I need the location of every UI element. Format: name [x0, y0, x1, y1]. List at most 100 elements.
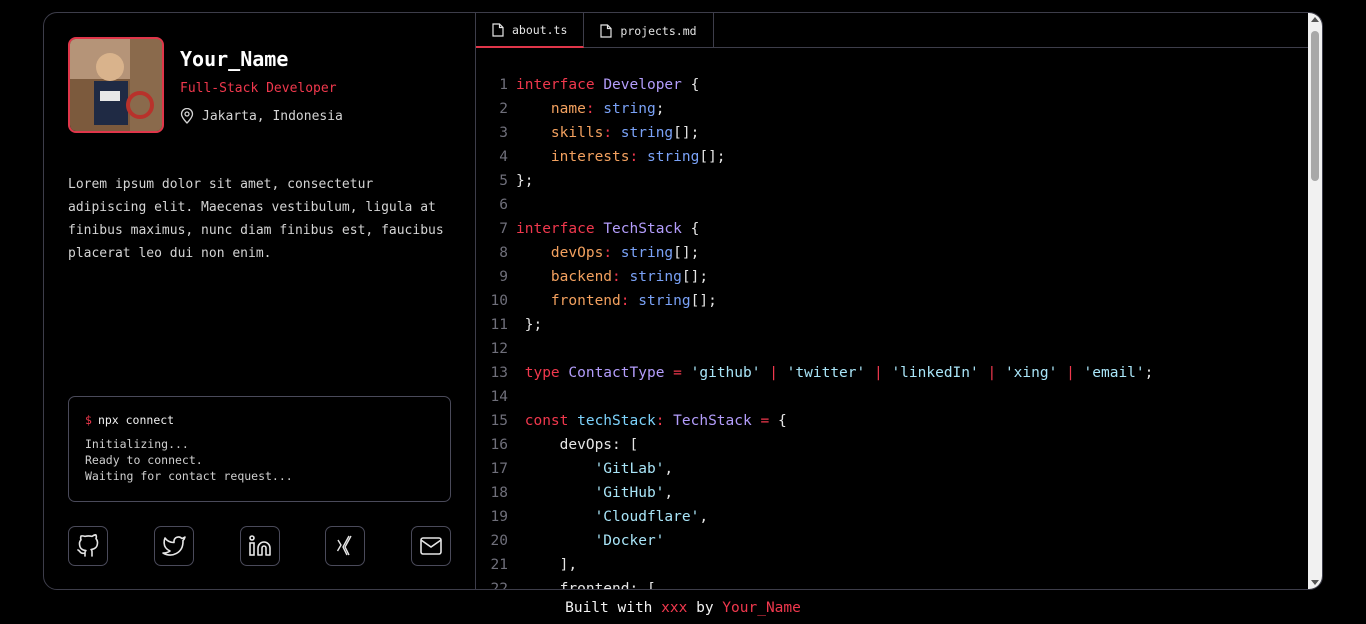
code-token: }; — [516, 173, 534, 189]
code-line: 7 interface TechStack { — [476, 217, 1308, 241]
code-line: 21 ], — [476, 553, 1308, 577]
scroll-up-arrow-icon[interactable] — [1311, 17, 1319, 22]
code-text: }; — [516, 313, 542, 337]
code-token: techStack — [577, 413, 656, 429]
terminal-command: npx connect — [97, 413, 175, 427]
email-link[interactable] — [411, 526, 451, 566]
scrollbar-thumb[interactable] — [1311, 31, 1319, 181]
code-token: 'twitter' — [786, 365, 874, 381]
code-text: }; — [516, 169, 533, 193]
code-text: skills: string[]; — [516, 121, 699, 145]
github-icon — [77, 534, 99, 557]
profile-bio: Lorem ipsum dolor sit amet, consectetur … — [68, 177, 444, 261]
code-token: : — [585, 101, 595, 117]
footer: Built with xxx by Your_Name — [0, 600, 1366, 616]
code-token: string — [612, 125, 674, 141]
profile-location: Jakarta, Indonesia — [180, 108, 343, 124]
code-text: interests: string[]; — [516, 145, 726, 169]
code-token: interface — [516, 221, 604, 237]
line-number: 9 — [499, 269, 508, 285]
editor-panel: about.ts projects.md 1 interface Develope… — [476, 13, 1322, 589]
avatar-photo — [70, 39, 162, 131]
terminal-output-line: Ready to connect. — [85, 453, 203, 467]
line-number: 14 — [490, 389, 508, 405]
tab-label: projects.md — [620, 23, 697, 38]
code-line: 14 — [476, 385, 1308, 409]
code-token: { — [681, 221, 700, 237]
scrollbar[interactable] — [1308, 13, 1322, 589]
code-token: : — [629, 149, 639, 165]
code-token: : — [655, 413, 674, 429]
code-line: 2 name: string; — [476, 97, 1308, 121]
code-token: TechStack — [603, 221, 682, 237]
linkedin-link[interactable] — [239, 526, 280, 566]
code-token: { — [777, 413, 787, 429]
xing-link[interactable] — [325, 526, 366, 566]
line-number: 8 — [499, 245, 508, 261]
code-line: 19 'Cloudflare', — [476, 505, 1308, 529]
code-editor[interactable]: 1 interface Developer {2 name: string; 3 s… — [476, 49, 1308, 589]
code-text: 'Docker' — [516, 529, 665, 553]
code-token: | — [873, 365, 892, 381]
code-token: , — [664, 461, 674, 477]
file-icon — [492, 22, 504, 37]
code-token: 'email' — [1083, 365, 1145, 381]
twitter-link[interactable] — [153, 526, 194, 566]
email-icon — [420, 537, 442, 555]
editor-tabs: about.ts projects.md — [476, 13, 1322, 48]
tab-about-ts[interactable]: about.ts — [476, 13, 585, 48]
code-token: ], — [516, 557, 578, 573]
code-token: : — [612, 269, 621, 285]
footer-built-with: Built with — [565, 600, 653, 616]
code-token: | — [769, 365, 787, 381]
social-links — [68, 526, 451, 566]
code-token: | — [1066, 365, 1084, 381]
code-text: frontend: [ — [516, 577, 656, 589]
code-token: 'linkedIn' — [891, 365, 988, 381]
code-token: 'github' — [690, 365, 770, 381]
footer-author[interactable]: Your_Name — [722, 600, 801, 616]
code-token: devOps: [ — [516, 437, 639, 453]
code-token: type — [516, 365, 569, 381]
line-number: 20 — [490, 533, 508, 549]
code-token: TechStack — [673, 413, 761, 429]
code-token: { — [681, 77, 700, 93]
code-token: []; — [690, 293, 717, 309]
code-line: 4 interests: string[]; — [476, 145, 1308, 169]
code-text: devOps: string[]; — [516, 241, 699, 265]
github-link[interactable] — [68, 526, 108, 566]
code-line: 15 const techStack: TechStack = { — [476, 409, 1308, 433]
line-number: 2 — [499, 101, 508, 117]
code-token: : — [603, 245, 613, 261]
terminal-box: $ npx connect Initializing... Ready to co… — [68, 396, 451, 502]
code-token: []; — [699, 149, 726, 165]
code-token: | — [987, 365, 1005, 381]
line-number: 12 — [490, 341, 508, 357]
profile-name: Your_Name — [180, 47, 289, 71]
code-text: 'GitHub', — [516, 481, 674, 505]
code-token: name — [550, 101, 586, 117]
code-text: frontend: string[]; — [516, 289, 717, 313]
code-text: interface Developer { — [516, 73, 699, 97]
line-number: 21 — [490, 557, 508, 573]
code-text: backend: string[]; — [516, 265, 708, 289]
line-number: 11 — [490, 317, 508, 333]
code-line: 11 }; — [476, 313, 1308, 337]
code-token: 'xing' — [1004, 365, 1067, 381]
tab-projects-md[interactable]: projects.md — [584, 13, 714, 48]
code-token: : — [620, 293, 630, 309]
footer-by: by — [696, 600, 714, 616]
line-number: 17 — [490, 461, 508, 477]
code-line: 1 interface Developer { — [476, 73, 1308, 97]
scroll-down-arrow-icon[interactable] — [1311, 580, 1319, 585]
code-token: ; — [1144, 365, 1154, 381]
code-text: 'GitLab', — [516, 457, 674, 481]
code-token: backend — [550, 269, 613, 285]
code-line: 12 — [476, 337, 1308, 361]
